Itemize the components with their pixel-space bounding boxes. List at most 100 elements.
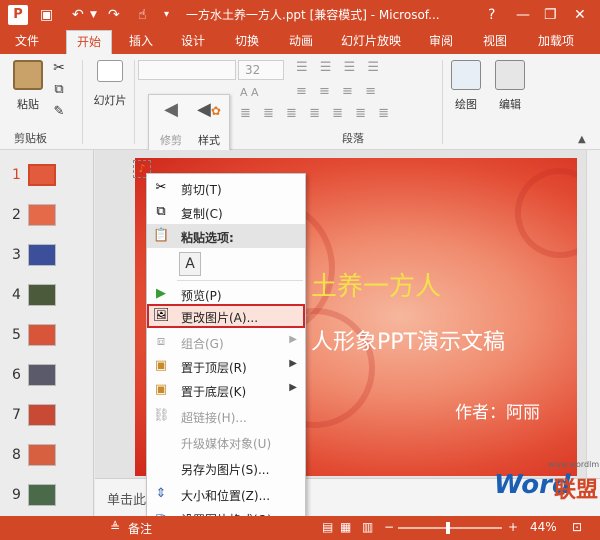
slides-button[interactable]: 幻灯片 (88, 60, 132, 108)
undo-icon[interactable]: ↶ (72, 5, 84, 25)
slide-thumbnail-pane: 1 2 3 4 5 6 7 8 9 (0, 150, 94, 516)
tab-view[interactable]: 视图 (474, 30, 516, 54)
slide-sorter-icon[interactable]: ▦ (340, 520, 351, 534)
title-bar: P ▣ ↶ ▼ ↷ ☝ ▾ 一方水土养一方人.ppt [兼容模式] - Micr… (0, 0, 600, 30)
copy-icon: ⧉ (156, 204, 166, 219)
menu-item-group[interactable]: ⧈ 组合(G) ▶ (147, 330, 305, 354)
menu-item-hyperlink[interactable]: ⛓ 超链接(H)... (147, 404, 305, 428)
menu-item-upgrade-media[interactable]: 升级媒体对象(U) (147, 430, 305, 454)
slide-thumbnail[interactable]: 7 (0, 402, 94, 432)
menu-item-save-as-picture[interactable]: 另存为图片(S)... (147, 456, 305, 480)
tab-home[interactable]: 开始 (66, 30, 112, 54)
context-menu: ✂ 剪切(T) ⧉ 复制(C) 📋 粘贴选项: A ▶ 预览(P) 🖼 更改图片(A)..… (146, 173, 306, 533)
slide-subtitle[interactable]: 人形象PPT演示文稿 (311, 324, 505, 356)
paste-button[interactable]: 粘贴 (10, 60, 46, 112)
new-slide-icon (97, 60, 123, 82)
zoom-out-button[interactable]: − (384, 520, 394, 534)
menu-item-cut[interactable]: ✂ 剪切(T) (147, 176, 305, 200)
slide-thumbnail[interactable]: 9 (0, 482, 94, 512)
tab-insert[interactable]: 插入 (120, 30, 162, 54)
tab-design[interactable]: 设计 (172, 30, 214, 54)
fit-slide-icon[interactable]: ⊡ (572, 520, 582, 534)
normal-view-icon[interactable]: ▤ (322, 520, 333, 534)
speaker-style-icon: ◀✿ (197, 99, 221, 120)
font-size-value: 32 (245, 63, 261, 77)
submenu-arrow-icon: ▶ (289, 382, 297, 393)
cut-icon[interactable]: ✂ (50, 60, 68, 76)
copy-icon[interactable]: ⧉ (50, 82, 68, 97)
slide-thumbnail-image (28, 244, 56, 266)
send-to-back-icon: ▣ (154, 382, 168, 397)
menu-item-change-picture[interactable]: 🖼 更改图片(A)... (147, 304, 305, 328)
menu-item-bring-front[interactable]: ▣ 置于顶层(R) ▶ (147, 354, 305, 378)
notes-toggle-label[interactable]: 备注 (128, 520, 152, 537)
tab-animations[interactable]: 动画 (280, 30, 322, 54)
close-button[interactable]: ✕ (574, 5, 586, 25)
restore-button[interactable]: ❐ (544, 5, 557, 25)
slide-author[interactable]: 作者：阿丽 (455, 398, 540, 423)
minimize-button[interactable]: — (516, 5, 530, 25)
slide-thumbnail[interactable]: 1 (0, 162, 94, 192)
edit-label: 编辑 (499, 98, 521, 111)
menu-item-copy[interactable]: ⧉ 复制(C) (147, 200, 305, 224)
slide-number: 3 (12, 247, 21, 263)
notes-toggle-icon[interactable]: ≜ (110, 520, 120, 534)
slide-thumbnail[interactable]: 2 (0, 202, 94, 232)
trim-label: 修剪 (160, 134, 182, 147)
slide-thumbnail[interactable]: 3 (0, 242, 94, 272)
undo-dropdown-icon[interactable]: ▼ (90, 5, 97, 25)
ribbon-separator (442, 60, 443, 144)
font-name-box[interactable] (138, 60, 236, 80)
watermark-cn: 联盟 (554, 478, 599, 503)
format-painter-icon[interactable]: ✎ (50, 104, 68, 119)
reading-view-icon[interactable]: ▥ (362, 520, 373, 534)
slide-number: 6 (12, 367, 21, 383)
paragraph-row-2: ≡ ≡ ≡ ≡ (296, 84, 380, 99)
tab-review[interactable]: 审阅 (420, 30, 462, 54)
redo-icon[interactable]: ↷ (108, 5, 120, 25)
slide-number: 8 (12, 447, 21, 463)
slide-thumbnail-image (28, 284, 56, 306)
slide-thumbnail[interactable]: 4 (0, 282, 94, 312)
window-title: 一方水土养一方人.ppt [兼容模式] - Microsof... (186, 8, 440, 22)
touch-mode-icon[interactable]: ☝ (138, 5, 147, 25)
menu-item-size-position[interactable]: ⇕ 大小和位置(Z)... (147, 482, 305, 506)
tab-slideshow[interactable]: 幻灯片放映 (334, 30, 408, 54)
style-label: 样式 (198, 134, 220, 147)
slide-title[interactable]: 土养一方人 (311, 266, 441, 303)
zoom-slider-thumb[interactable] (446, 522, 450, 534)
scissors-icon: ✂ (155, 180, 167, 195)
vertical-scrollbar[interactable] (586, 150, 600, 478)
slide-number: 1 (12, 167, 21, 183)
binoculars-icon (495, 60, 525, 90)
submenu-arrow-icon: ▶ (289, 334, 297, 345)
save-icon[interactable]: ▣ (40, 5, 53, 25)
zoom-slider[interactable] (398, 527, 502, 529)
notes-placeholder: 单击此 (107, 493, 147, 508)
status-bar: ≜ 备注 ▤ ▦ ▥ − + 44% ⊡ (0, 516, 600, 540)
trim-button[interactable]: ◀ 修剪 (155, 99, 187, 153)
edit-button[interactable]: 编辑 (492, 60, 528, 112)
slide-thumbnail-image (28, 364, 56, 386)
zoom-in-button[interactable]: + (508, 520, 518, 534)
tab-file[interactable]: 文件 (4, 30, 50, 54)
ribbon: 粘贴 ✂ ⧉ ✎ 剪贴板 幻灯片 32 A A ☰ ☰ ☰ ☰ ≡ ≡ ≡ ≡ … (0, 54, 600, 150)
tab-addins[interactable]: 加载项 (528, 30, 584, 54)
slide-number: 2 (12, 207, 21, 223)
paste-label: 粘贴 (17, 98, 39, 111)
slide-thumbnail[interactable]: 8 (0, 442, 94, 472)
help-button[interactable]: ? (488, 5, 495, 25)
slide-number: 9 (12, 487, 21, 503)
draw-button[interactable]: 绘图 (448, 60, 484, 112)
zoom-level[interactable]: 44% (530, 520, 557, 534)
collapse-ribbon-icon[interactable]: ▲ (578, 134, 586, 145)
menu-item-preview[interactable]: ▶ 预览(P) (147, 282, 305, 306)
slide-thumbnail[interactable]: 6 (0, 362, 94, 392)
tab-transitions[interactable]: 切换 (226, 30, 268, 54)
font-size-box[interactable]: 32 (238, 60, 284, 80)
menu-item-send-back[interactable]: ▣ 置于底层(K) ▶ (147, 378, 305, 402)
style-button[interactable]: ◀✿ 样式 (191, 99, 227, 153)
slide-thumbnail[interactable]: 5 (0, 322, 94, 352)
paste-keep-text-icon[interactable]: A (179, 252, 201, 276)
customize-qat-icon[interactable]: ▾ (164, 5, 169, 25)
